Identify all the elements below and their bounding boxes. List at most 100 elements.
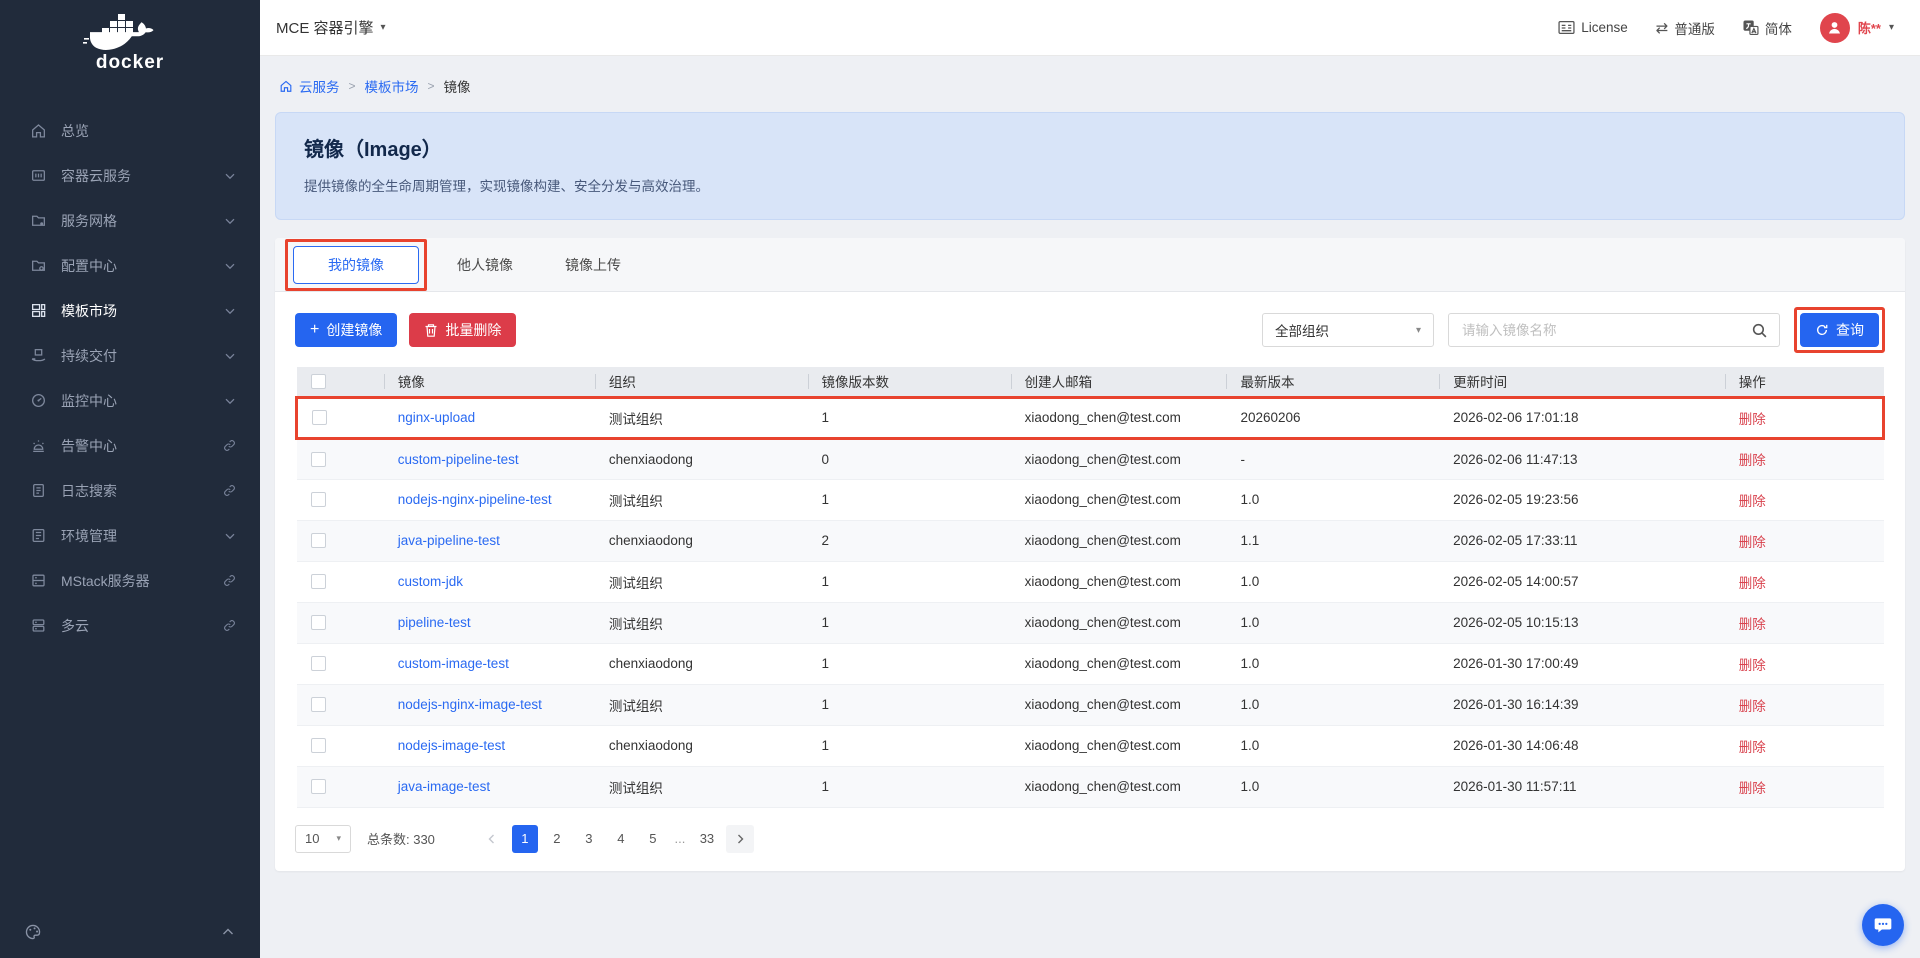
delete-link[interactable]: 删除 — [1739, 781, 1766, 796]
sidebar-item-overview[interactable]: 总览 — [0, 108, 260, 153]
sidebar-item-mstack-server[interactable]: MStack服务器 — [0, 558, 260, 603]
create-image-button[interactable]: + 创建镜像 — [295, 313, 397, 347]
edition-switcher[interactable]: ⇄ 普通版 — [1656, 18, 1715, 38]
org-filter-select[interactable]: 全部组织 ▾ — [1262, 313, 1434, 347]
image-name-link[interactable]: pipeline-test — [398, 615, 471, 630]
page-number-1[interactable]: 1 — [512, 825, 538, 853]
table-row: pipeline-test 测试组织 1 xiaodong_chen@test.… — [297, 602, 1884, 643]
org-cell: chenxiaodong — [595, 520, 808, 561]
image-name-link[interactable]: custom-jdk — [398, 574, 463, 589]
page-number-4[interactable]: 4 — [608, 825, 634, 853]
row-checkbox[interactable] — [311, 779, 326, 794]
sidebar-item-service-mesh[interactable]: 服务网格 — [0, 198, 260, 243]
support-chat-button[interactable] — [1862, 904, 1904, 946]
product-switcher[interactable]: MCE 容器引擎 ▾ — [276, 17, 386, 38]
image-name-link[interactable]: nginx-upload — [398, 410, 475, 425]
email-cell: xiaodong_chen@test.com — [1011, 479, 1227, 520]
delete-link[interactable]: 删除 — [1739, 453, 1766, 468]
toolbar-right: 全部组织 ▾ — [1262, 307, 1885, 353]
row-checkbox[interactable] — [311, 452, 326, 467]
breadcrumb-cloud-service[interactable]: 云服务 — [279, 76, 340, 96]
image-name-link[interactable]: nodejs-image-test — [398, 738, 505, 753]
tab-others-images[interactable]: 他人镜像 — [431, 247, 539, 283]
page-number-3[interactable]: 3 — [576, 825, 602, 853]
versions-cell: 1 — [808, 643, 1011, 684]
versions-cell: 0 — [808, 438, 1011, 479]
org-cell: 测试组织 — [595, 397, 808, 438]
search-box — [1448, 313, 1780, 347]
delete-link[interactable]: 删除 — [1739, 740, 1766, 755]
docker-logo: docker — [0, 0, 260, 80]
table-row: custom-pipeline-test chenxiaodong 0 xiao… — [297, 438, 1884, 479]
delete-link[interactable]: 删除 — [1739, 412, 1766, 427]
row-checkbox[interactable] — [311, 574, 326, 589]
multicloud-icon — [30, 617, 47, 634]
search-icon[interactable] — [1751, 322, 1768, 339]
sidebar-item-log-search[interactable]: 日志搜索 — [0, 468, 260, 513]
breadcrumb-template-market[interactable]: 模板市场 — [365, 76, 419, 96]
page-number-2[interactable]: 2 — [544, 825, 570, 853]
updated-time-cell: 2026-01-30 16:14:39 — [1439, 684, 1725, 725]
tab-my-images[interactable]: 我的镜像 — [293, 246, 419, 284]
image-name-link[interactable]: java-pipeline-test — [398, 533, 500, 548]
delete-link[interactable]: 删除 — [1739, 699, 1766, 714]
image-name-link[interactable]: nodejs-nginx-pipeline-test — [398, 492, 552, 507]
row-checkbox[interactable] — [311, 738, 326, 753]
image-name-link[interactable]: nodejs-nginx-image-test — [398, 697, 542, 712]
chevron-down-icon — [224, 170, 236, 182]
prev-page-button[interactable] — [478, 825, 506, 853]
email-cell: xiaodong_chen@test.com — [1011, 643, 1227, 684]
next-page-button[interactable] — [726, 825, 754, 853]
search-input[interactable] — [1460, 322, 1751, 339]
latest-version-cell: 1.0 — [1226, 643, 1439, 684]
batch-delete-button[interactable]: 批量删除 — [409, 313, 516, 347]
license-menu[interactable]: License — [1558, 20, 1628, 35]
sidebar-item-config-center[interactable]: 配置中心 — [0, 243, 260, 288]
latest-version-cell: 1.0 — [1226, 479, 1439, 520]
sidebar-item-container-cloud[interactable]: 容器云服务 — [0, 153, 260, 198]
row-checkbox[interactable] — [311, 533, 326, 548]
chevron-down-icon — [224, 215, 236, 227]
org-cell: 测试组织 — [595, 602, 808, 643]
table-row: nodejs-nginx-image-test 测试组织 1 xiaodong_… — [297, 684, 1884, 725]
tab-image-upload[interactable]: 镜像上传 — [539, 247, 647, 283]
username: 陈** — [1858, 18, 1881, 37]
row-checkbox[interactable] — [311, 697, 326, 712]
image-name-link[interactable]: java-image-test — [398, 779, 490, 794]
sidebar-item-monitor-center[interactable]: 监控中心 — [0, 378, 260, 423]
page-size-select[interactable]: 10 ▾ — [295, 825, 351, 853]
org-filter-value: 全部组织 — [1275, 320, 1329, 340]
sidebar-item-continuous-delivery[interactable]: 持续交付 — [0, 333, 260, 378]
page-number-33[interactable]: 33 — [694, 825, 720, 853]
row-checkbox[interactable] — [311, 492, 326, 507]
user-menu[interactable]: 陈** ▾ — [1820, 13, 1894, 43]
updated-time-cell: 2026-02-05 10:15:13 — [1439, 602, 1725, 643]
delete-link[interactable]: 删除 — [1739, 617, 1766, 632]
delete-link[interactable]: 删除 — [1739, 535, 1766, 550]
image-name-link[interactable]: custom-image-test — [398, 656, 509, 671]
sidebar-collapse-icon[interactable] — [220, 924, 236, 940]
sidebar-item-alert-center[interactable]: 告警中心 — [0, 423, 260, 468]
toolbar: + 创建镜像 批量删除 全部组织 — [275, 292, 1905, 367]
row-checkbox[interactable] — [311, 656, 326, 671]
image-name-link[interactable]: custom-pipeline-test — [398, 452, 519, 467]
external-link-icon — [223, 574, 236, 587]
query-button[interactable]: 查询 — [1800, 313, 1879, 347]
theme-palette-icon[interactable] — [24, 923, 42, 941]
col-header-updated: 更新时间 — [1439, 367, 1725, 397]
annotation-box-query-button: 查询 — [1794, 307, 1885, 353]
chevron-down-icon — [224, 395, 236, 407]
row-checkbox[interactable] — [311, 615, 326, 630]
sidebar-item-multi-cloud[interactable]: 多云 — [0, 603, 260, 648]
swap-icon: ⇄ — [1656, 19, 1669, 37]
sidebar-item-template-market[interactable]: 模板市场 — [0, 288, 260, 333]
delete-link[interactable]: 删除 — [1739, 658, 1766, 673]
delete-link[interactable]: 删除 — [1739, 576, 1766, 591]
page-number-5[interactable]: 5 — [640, 825, 666, 853]
delete-link[interactable]: 删除 — [1739, 494, 1766, 509]
sidebar-item-env-management[interactable]: 环境管理 — [0, 513, 260, 558]
row-checkbox[interactable] — [312, 410, 327, 425]
container-icon — [30, 167, 47, 184]
select-all-checkbox[interactable] — [311, 374, 326, 389]
language-switcher[interactable]: 简体 — [1743, 18, 1792, 38]
